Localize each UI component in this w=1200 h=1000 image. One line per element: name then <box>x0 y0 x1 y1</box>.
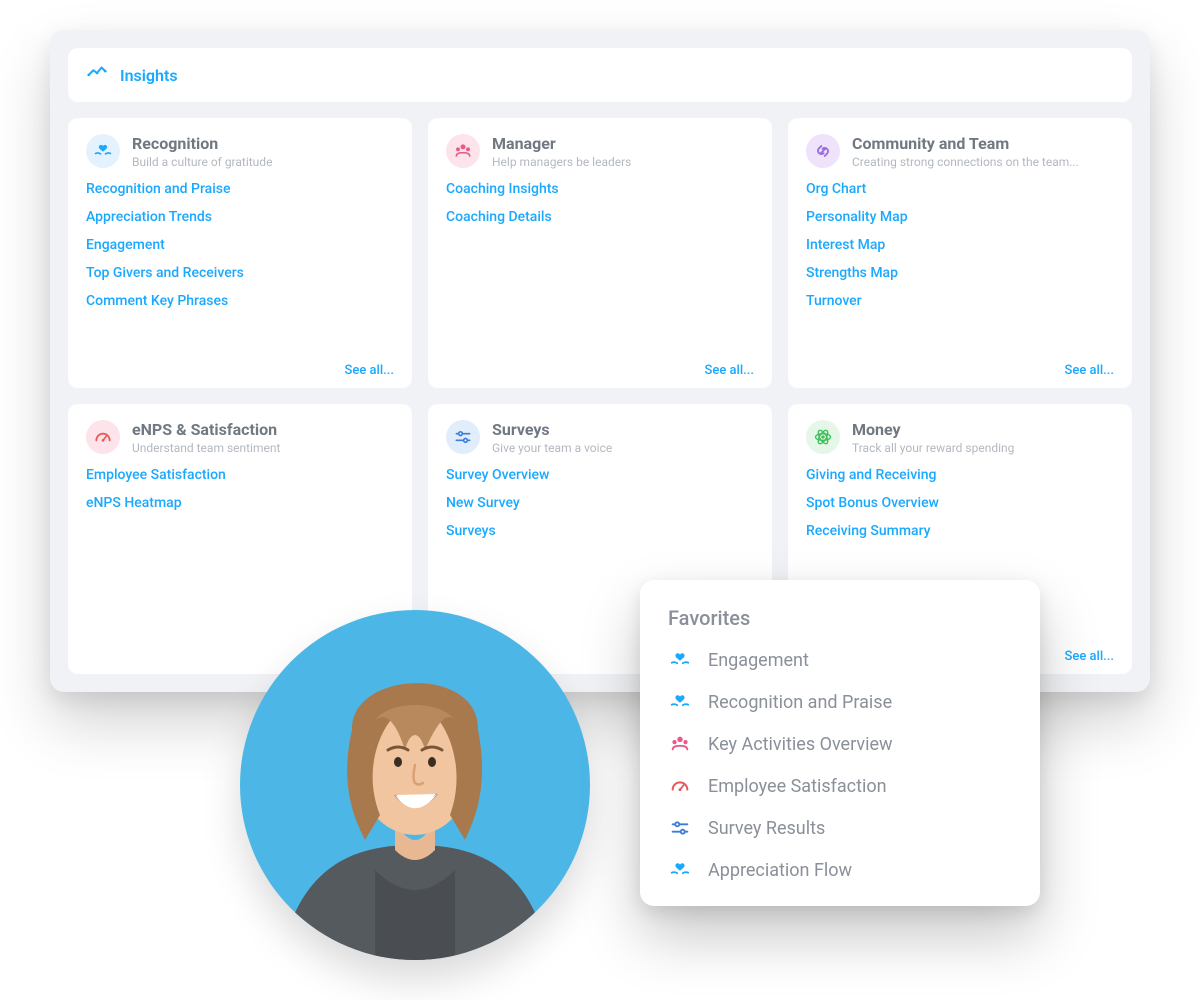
card-header: Manager Help managers be leaders <box>446 134 754 169</box>
favorite-item[interactable]: Employee Satisfaction <box>668 774 1012 798</box>
link-surveys-2[interactable]: Surveys <box>446 523 754 539</box>
team-icon <box>668 732 692 756</box>
card-recognition: RecognitionBuild a culture of gratitudeR… <box>68 118 412 388</box>
link-money-2[interactable]: Receiving Summary <box>806 523 1114 539</box>
avatar <box>240 610 590 960</box>
card-subtitle: Creating strong connections on the team.… <box>852 155 1079 169</box>
favorites-list: Engagement Recognition and Praise Key Acti… <box>668 648 1012 882</box>
link-community-1[interactable]: Personality Map <box>806 209 1114 225</box>
card-header: Recognition Build a culture of gratitude <box>86 134 394 169</box>
card-header: Money Track all your reward spending <box>806 420 1114 455</box>
link-community-4[interactable]: Turnover <box>806 293 1114 309</box>
link-money-0[interactable]: Giving and Receiving <box>806 467 1114 483</box>
favorite-item[interactable]: Appreciation Flow <box>668 858 1012 882</box>
favorite-label: Employee Satisfaction <box>708 776 887 797</box>
hands-heart-icon <box>86 134 120 168</box>
link-community-0[interactable]: Org Chart <box>806 181 1114 197</box>
hands-heart-icon <box>668 690 692 714</box>
link-surveys-1[interactable]: New Survey <box>446 495 754 511</box>
link-enps-0[interactable]: Employee Satisfaction <box>86 467 394 483</box>
card-title: Surveys <box>492 420 612 439</box>
favorite-item[interactable]: Survey Results <box>668 816 1012 840</box>
link-recognition-1[interactable]: Appreciation Trends <box>86 209 394 225</box>
page-title: Insights <box>120 66 178 85</box>
favorite-label: Appreciation Flow <box>708 860 852 881</box>
favorite-label: Engagement <box>708 650 809 671</box>
card-links: Survey Overview New Survey Surveys <box>446 467 754 539</box>
favorite-label: Key Activities Overview <box>708 734 893 755</box>
card-links: Coaching Insights Coaching Details <box>446 181 754 225</box>
link-manager-0[interactable]: Coaching Insights <box>446 181 754 197</box>
link-recognition-0[interactable]: Recognition and Praise <box>86 181 394 197</box>
card-links: Org Chart Personality Map Interest Map Stre… <box>806 181 1114 309</box>
see-all-link[interactable]: See all... <box>806 353 1114 378</box>
sliders-icon <box>668 816 692 840</box>
hands-heart-icon <box>668 858 692 882</box>
link-recognition-2[interactable]: Engagement <box>86 237 394 253</box>
card-community: Community and Team Creating strong connec… <box>788 118 1132 388</box>
card-subtitle: Build a culture of gratitude <box>132 155 272 169</box>
atom-icon <box>806 420 840 454</box>
link-recognition-3[interactable]: Top Givers and Receivers <box>86 265 394 281</box>
link-icon <box>806 134 840 168</box>
favorite-label: Survey Results <box>708 818 825 839</box>
card-subtitle: Understand team sentiment <box>132 441 280 455</box>
card-header: Community and Team Creating strong connec… <box>806 134 1114 169</box>
card-header: eNPS & Satisfaction Understand team senti… <box>86 420 394 455</box>
card-title: Community and Team <box>852 134 1079 153</box>
card-title: Money <box>852 420 1014 439</box>
sliders-icon <box>446 420 480 454</box>
card-title: Recognition <box>132 134 272 153</box>
favorites-popover: Favorites Engagement Recognition and Prai… <box>640 580 1040 906</box>
card-title: Manager <box>492 134 631 153</box>
card-subtitle: Give your team a voice <box>492 441 612 455</box>
link-manager-1[interactable]: Coaching Details <box>446 209 754 225</box>
link-community-2[interactable]: Interest Map <box>806 237 1114 253</box>
see-all-link[interactable]: See all... <box>446 353 754 378</box>
card-subtitle: Track all your reward spending <box>852 441 1014 455</box>
card-subtitle: Help managers be leaders <box>492 155 631 169</box>
gauge-icon <box>668 774 692 798</box>
gauge-icon <box>86 420 120 454</box>
favorite-label: Recognition and Praise <box>708 692 892 713</box>
favorite-item[interactable]: Recognition and Praise <box>668 690 1012 714</box>
link-surveys-0[interactable]: Survey Overview <box>446 467 754 483</box>
hands-heart-icon <box>668 648 692 672</box>
link-money-1[interactable]: Spot Bonus Overview <box>806 495 1114 511</box>
chart-icon <box>86 62 108 88</box>
favorites-title: Favorites <box>668 606 1012 630</box>
card-header: Surveys Give your team a voice <box>446 420 754 455</box>
person-illustration <box>240 610 590 960</box>
card-links: Recognition and Praise Appreciation Trend… <box>86 181 394 309</box>
see-all-link[interactable]: See all... <box>86 353 394 378</box>
card-links: Giving and Receiving Spot Bonus Overview R… <box>806 467 1114 539</box>
team-icon <box>446 134 480 168</box>
card-title: eNPS & Satisfaction <box>132 420 280 439</box>
favorite-item[interactable]: Engagement <box>668 648 1012 672</box>
insights-header: Insights <box>68 48 1132 102</box>
link-enps-1[interactable]: eNPS Heatmap <box>86 495 394 511</box>
card-manager: Manager Help managers be leaders Coaching … <box>428 118 772 388</box>
link-community-3[interactable]: Strengths Map <box>806 265 1114 281</box>
favorite-item[interactable]: Key Activities Overview <box>668 732 1012 756</box>
card-links: Employee Satisfaction eNPS Heatmap <box>86 467 394 511</box>
link-recognition-4[interactable]: Comment Key Phrases <box>86 293 394 309</box>
